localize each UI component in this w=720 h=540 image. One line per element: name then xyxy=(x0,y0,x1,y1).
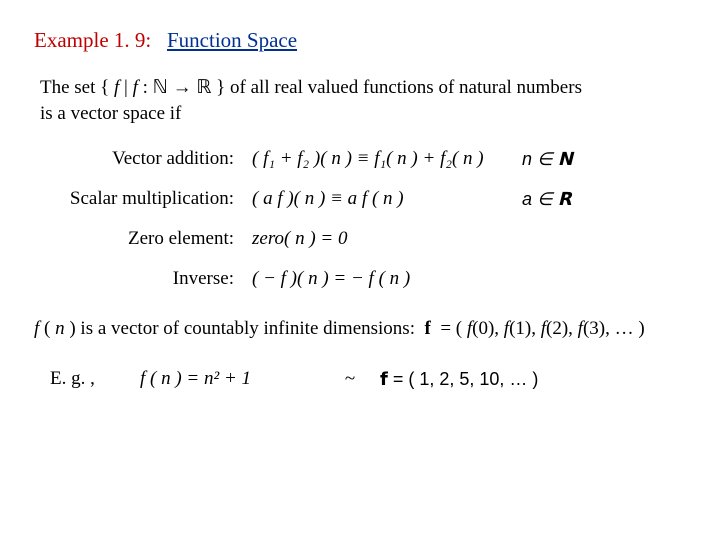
cond-addition: n ∈ 𝗡 xyxy=(522,149,686,170)
row-inverse: Inverse: ( − f )( n ) = − f ( n ) xyxy=(34,268,686,290)
cond-addition-text: n ∈ 𝗡 xyxy=(522,149,573,169)
eg-label: E. g. , xyxy=(34,368,140,390)
intro-f1: f xyxy=(114,77,124,98)
intro-f2: f xyxy=(133,77,143,98)
slide: Example 1. 9: Function Space The set { f… xyxy=(0,0,720,418)
definition-rows: Vector addition: ( f₁ + f₂ )( n ) ≡ f₁( … xyxy=(34,148,686,290)
label-zero: Zero element: xyxy=(34,228,252,250)
example-number: Example 1. 9: xyxy=(34,28,151,52)
example-name: Function Space xyxy=(167,28,297,52)
eg-def-text: f ( n ) = n² + 1 xyxy=(140,368,251,389)
intro-pre: The set { xyxy=(40,77,114,98)
def-inverse: ( − f )( n ) = − f ( n ) xyxy=(252,268,522,290)
intro-text: The set { f | f : ℕ → ℝ } of all real va… xyxy=(40,75,686,126)
def-addition: ( f₁ + f₂ )( n ) ≡ f₁( n ) + f₂( n ) xyxy=(252,148,522,170)
intro-map: : ℕ → ℝ } of all real valued functions o… xyxy=(143,77,582,98)
row-addition: Vector addition: ( f₁ + f₂ )( n ) ≡ f₁( … xyxy=(34,148,686,170)
example-row: E. g. , f ( n ) = n² + 1 ~ 𝗳 = ( 1, 2, 5… xyxy=(34,368,686,390)
eg-def: f ( n ) = n² + 1 xyxy=(140,368,320,390)
row-zero: Zero element: zero( n ) = 0 xyxy=(34,228,686,250)
def-zero-text: zero( n ) = 0 xyxy=(252,228,348,249)
def-addition-text: ( f₁ + f₂ )( n ) ≡ f₁( n ) + f₂( n ) xyxy=(252,148,484,169)
title: Example 1. 9: Function Space xyxy=(34,28,686,53)
cond-scalar-text: a ∈ 𝗥 xyxy=(522,189,572,209)
intro-line2: is a vector space if xyxy=(40,103,181,124)
label-addition: Vector addition: xyxy=(34,148,252,170)
eg-vec: 𝗳 = ( 1, 2, 5, 10, … ) xyxy=(380,369,686,390)
cond-scalar: a ∈ 𝗥 xyxy=(522,189,686,210)
def-zero: zero( n ) = 0 xyxy=(252,228,522,250)
row-scalar: Scalar multiplication: ( a f )( n ) ≡ a … xyxy=(34,188,686,210)
vector-description: f ( n ) is a vector of countably infinit… xyxy=(34,318,686,340)
intro-mid: | xyxy=(124,77,133,98)
tilde-icon: ~ xyxy=(320,368,380,390)
label-inverse: Inverse: xyxy=(34,268,252,290)
def-inverse-text: ( − f )( n ) = − f ( n ) xyxy=(252,268,410,289)
label-scalar: Scalar multiplication: xyxy=(34,188,252,210)
def-scalar: ( a f )( n ) ≡ a f ( n ) xyxy=(252,188,522,210)
def-scalar-text: ( a f )( n ) ≡ a f ( n ) xyxy=(252,188,404,209)
